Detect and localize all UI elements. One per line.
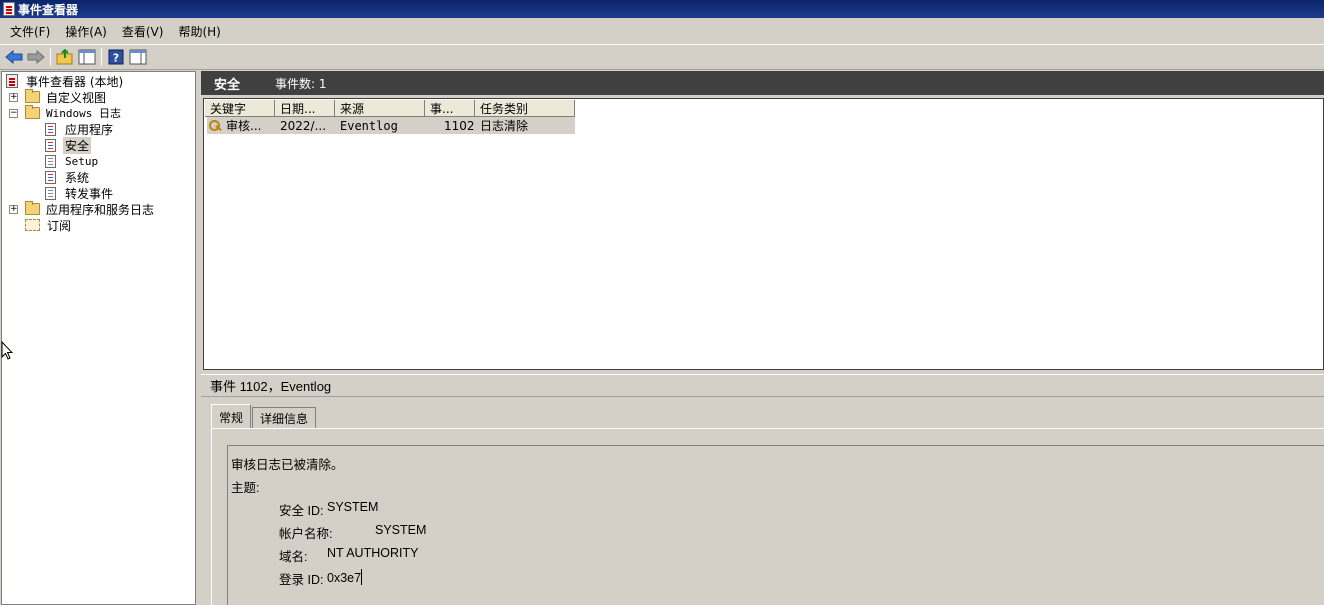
tree-label: 应用程序 bbox=[65, 122, 114, 137]
logon-id-value: 0x3e7 bbox=[327, 569, 363, 585]
menu-action[interactable]: 操作(A) bbox=[59, 21, 113, 42]
toolbar: ? bbox=[0, 44, 1324, 70]
tree-item-setup[interactable]: Setup bbox=[45, 153, 100, 169]
detail-tabs: 常规 详细信息 bbox=[211, 404, 317, 429]
cell-event-id: 1102 bbox=[444, 118, 475, 133]
column-header-keyword[interactable]: 关键字 bbox=[205, 100, 275, 117]
log-icon bbox=[45, 138, 56, 152]
tree-label: 自定义视图 bbox=[46, 90, 107, 105]
tree-label: 安全 bbox=[63, 136, 92, 154]
subject-label: 主题: bbox=[231, 481, 260, 495]
column-header-source[interactable]: 来源 bbox=[335, 100, 425, 117]
window-title: 事件查看器 bbox=[18, 2, 79, 17]
tree-item-app-service-logs[interactable]: + 应用程序和服务日志 bbox=[9, 201, 156, 217]
menu-bar: 文件(F) 操作(A) 查看(V) 帮助(H) bbox=[0, 19, 1324, 43]
tree-label: 系统 bbox=[65, 170, 90, 185]
column-header-date[interactable]: 日期... bbox=[275, 100, 335, 117]
domain-value: NT AUTHORITY bbox=[327, 546, 419, 560]
folder-icon bbox=[25, 89, 40, 103]
up-folder-icon[interactable] bbox=[54, 46, 76, 68]
folder-icon bbox=[25, 105, 40, 119]
navigation-tree: 事件查看器 (本地) + 自定义视图 − Windows 日志 应用程序 安全 … bbox=[1, 71, 196, 605]
tree-item-forwarded-events[interactable]: 转发事件 bbox=[45, 185, 115, 201]
column-header-task-category[interactable]: 任务类别 bbox=[475, 100, 575, 117]
event-description[interactable]: 审核日志已被清除。 主题: 安全 ID: SYSTEM 帐户名称: SYSTEM… bbox=[227, 445, 1324, 605]
log-icon bbox=[45, 154, 56, 168]
event-count: 事件数: 1 bbox=[275, 76, 327, 91]
event-list: 关键字 日期... 来源 事... 任务类别 审核... 2022/... Ev… bbox=[203, 98, 1324, 370]
subscription-icon bbox=[25, 219, 40, 231]
show-hide-tree-icon[interactable] bbox=[76, 46, 98, 68]
divider bbox=[201, 396, 1324, 397]
tree-label: Windows 日志 bbox=[46, 107, 121, 120]
tab-general[interactable]: 常规 bbox=[211, 404, 252, 429]
menu-file[interactable]: 文件(F) bbox=[4, 21, 56, 42]
tree-label: 订阅 bbox=[47, 218, 72, 233]
expand-icon[interactable]: + bbox=[9, 204, 18, 214]
security-id-label: 安全 ID: bbox=[279, 504, 324, 518]
expand-icon[interactable]: + bbox=[9, 92, 18, 102]
column-header-event-id[interactable]: 事... bbox=[425, 100, 475, 117]
log-icon bbox=[45, 170, 56, 184]
back-arrow-icon[interactable] bbox=[3, 46, 25, 68]
event-viewer-icon bbox=[3, 2, 15, 16]
log-icon bbox=[45, 186, 56, 200]
tree-item-windows-logs[interactable]: − Windows 日志 bbox=[9, 105, 123, 121]
key-icon bbox=[209, 119, 223, 132]
cell-keyword-text: 审核... bbox=[226, 119, 262, 133]
tree-item-root[interactable]: 事件查看器 (本地) bbox=[6, 73, 125, 89]
cell-source: Eventlog bbox=[340, 118, 398, 133]
logon-id-label: 登录 ID: bbox=[279, 573, 324, 587]
detail-title: 事件 1102，Eventlog bbox=[201, 374, 1324, 396]
forward-arrow-icon[interactable] bbox=[25, 46, 47, 68]
security-id-value: SYSTEM bbox=[327, 500, 379, 514]
tree-item-security[interactable]: 安全 bbox=[45, 136, 92, 154]
tab-details[interactable]: 详细信息 bbox=[252, 407, 317, 429]
help-icon[interactable]: ? bbox=[105, 46, 127, 68]
cell-keyword: 审核... bbox=[209, 117, 261, 134]
title-bar: 事件查看器 bbox=[0, 0, 1324, 18]
event-viewer-icon bbox=[6, 74, 18, 88]
folder-icon bbox=[25, 201, 40, 215]
mouse-cursor-icon bbox=[1, 341, 13, 360]
text-caret bbox=[361, 569, 363, 585]
tree-label: Setup bbox=[65, 154, 99, 168]
toolbar-separator bbox=[50, 48, 51, 66]
toolbar-separator bbox=[101, 48, 102, 66]
tree-label: 应用程序和服务日志 bbox=[46, 202, 155, 217]
tree-item-custom-views[interactable]: + 自定义视图 bbox=[9, 89, 108, 105]
account-name-value: SYSTEM bbox=[375, 523, 427, 537]
cell-task-category: 日志清除 bbox=[480, 119, 529, 133]
tree-label: 事件查看器 (本地) bbox=[26, 74, 124, 89]
menu-view[interactable]: 查看(V) bbox=[116, 21, 170, 42]
cell-date: 2022/... bbox=[280, 118, 327, 133]
message-line: 审核日志已被清除。 bbox=[231, 458, 344, 472]
log-icon bbox=[45, 122, 56, 136]
tree-item-application[interactable]: 应用程序 bbox=[45, 121, 115, 137]
domain-label: 域名: bbox=[279, 550, 308, 564]
menu-help[interactable]: 帮助(H) bbox=[172, 21, 226, 42]
svg-text:?: ? bbox=[113, 52, 119, 65]
account-name-label: 帐户名称: bbox=[279, 527, 333, 541]
tree-item-subscriptions[interactable]: 订阅 bbox=[25, 217, 73, 233]
log-header: 安全 事件数: 1 bbox=[201, 71, 1324, 95]
show-hide-action-pane-icon[interactable] bbox=[127, 46, 149, 68]
log-title: 安全 bbox=[214, 77, 241, 93]
tree-item-system[interactable]: 系统 bbox=[45, 169, 91, 185]
tree-label: 转发事件 bbox=[65, 186, 114, 201]
collapse-icon[interactable]: − bbox=[9, 108, 18, 118]
